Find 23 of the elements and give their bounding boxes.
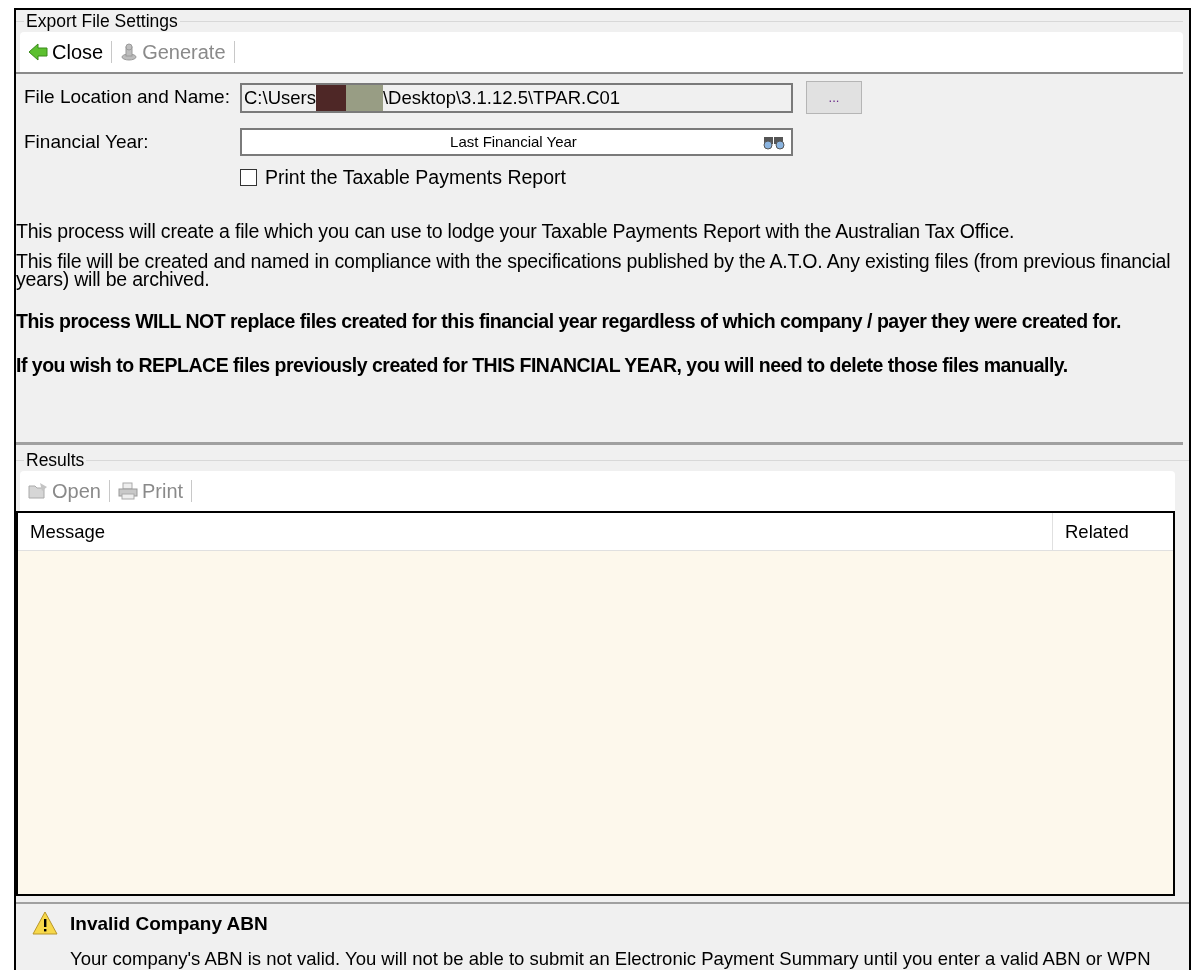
left-arrow-icon [28,43,48,61]
financial-year-field[interactable]: Last Financial Year [240,128,793,157]
warning-message: Your company's ABN is not valid. You will not be able to submit an Electronic Payment Summary until you enter a valid ABN or WPN [70,946,1151,970]
group-title: Results [25,448,86,472]
warning-title: Invalid Company ABN [70,912,269,936]
info-paragraph: This process will create a file which you can use to lodge your Taxable Payments Report with the Australian Tax Office. [16,221,1016,240]
group-title: Export File Settings [25,9,179,33]
column-header[interactable]: Message [18,513,1053,550]
toolbar-button[interactable]: Close [26,38,106,66]
field-label: Financial Year: [24,130,150,154]
info-paragraph: This file will be created and named in compliance with the specifications published by the A.T.O. Any existing files (from previous financial years) will be archived. [16,251,1172,288]
info-paragraph: This process WILL NOT replace files created for this financial year regardless of which company / payer they were created for. [16,309,1122,332]
folder-icon [28,482,48,500]
info-paragraph: If you wish to REPLACE files previously created for THIS FINANCIAL YEAR, you will need to delete those files manually. [16,353,1069,376]
printer-icon [117,482,138,500]
file-path-field[interactable]: C:\Users \Desktop\3.1.12.5\TPAR.C01 [240,82,793,113]
field-label: File Location and Name: [24,85,231,110]
column-header[interactable]: Related [1053,513,1173,550]
binoculars-icon [761,134,787,151]
checkbox[interactable] [240,168,257,186]
browse-button[interactable]: ... [806,81,862,114]
checkbox-label: Print the Taxable Payments Report [265,164,566,190]
warning-icon [32,911,58,935]
